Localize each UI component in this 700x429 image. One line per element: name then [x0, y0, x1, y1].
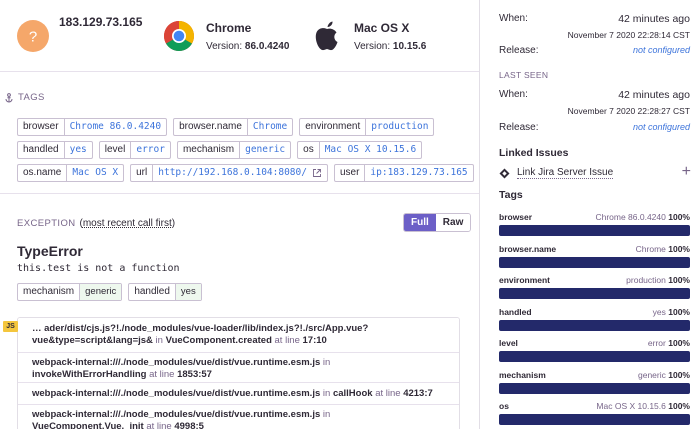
event-main-pane: ? 183.129.73.165 Chrome Version: 86.0.42…	[0, 0, 480, 429]
user-avatar-icon: ?	[17, 20, 49, 52]
tag-distribution-key: mechanism	[499, 369, 546, 380]
chrome-icon	[163, 20, 195, 52]
tag-pill[interactable]: os.name Mac OS X	[17, 164, 125, 182]
exception-section: Exception (most recent call first) Full …	[0, 194, 479, 429]
tag-distribution-value: Mac OS X 10.15.6 100%	[596, 401, 690, 411]
tag-distribution-bar[interactable]	[499, 256, 690, 268]
context-user[interactable]: ? 183.129.73.165	[17, 0, 142, 72]
tags-heading: Tags	[4, 92, 45, 103]
first-seen-timestamp: November 7 2020 22:28:14 CST	[567, 30, 690, 40]
tag-row-3: os.name Mac OS X url http://192.168.0.104:…	[17, 164, 479, 182]
exception-message: this.test is not a function	[17, 263, 180, 274]
tag-distribution-value: yes 100%	[652, 306, 690, 317]
tags-section: Tags browser Chrome 86.0.4240 browser.nam…	[0, 72, 479, 194]
tag-distribution-bar[interactable]	[499, 382, 690, 394]
last-seen-release-label: Release:	[499, 122, 539, 133]
context-os[interactable]: Mac OS X Version: 10.15.6	[313, 0, 426, 72]
tag-pill[interactable]: url http://192.168.0.104:8080/	[130, 164, 328, 182]
stacktrace-frames: … ader/dist/cjs.js?!./node_modules/vue-l…	[17, 317, 460, 429]
tag-distribution-bar-fill	[499, 351, 690, 362]
tag-distribution-bar-fill	[499, 288, 690, 299]
first-seen-when-label: When:	[499, 13, 528, 24]
first-seen-when: 42 minutes ago	[618, 13, 690, 25]
tag-distribution-value: Chrome 86.0.4240 100%	[595, 212, 690, 222]
tag-distribution-key: browser	[499, 212, 533, 222]
tag-distribution-bar[interactable]	[499, 288, 690, 299]
tag-distribution-key: os	[499, 401, 509, 411]
tag-pill[interactable]: user ip:183.129.73.165	[333, 164, 474, 182]
svg-text:?: ?	[29, 29, 37, 46]
jira-icon	[499, 168, 510, 178]
apple-icon	[315, 21, 338, 51]
event-sidebar: When: 42 minutes ago November 7 2020 22:…	[481, 0, 700, 429]
tag-distribution-bar[interactable]	[499, 414, 690, 425]
stack-frame[interactable]: webpack-internal:///./node_modules/vue/d…	[18, 353, 459, 383]
tag-distribution-bar-fill	[499, 382, 690, 394]
context-browser-name: Chrome	[206, 20, 252, 35]
context-browser[interactable]: Chrome Version: 86.0.4240	[163, 0, 289, 72]
tag-distribution-value: generic 100%	[637, 369, 690, 380]
context-browser-version: Version: 86.0.4240	[206, 40, 290, 52]
full-button[interactable]: Full	[404, 214, 436, 231]
link-jira-label: Link Jira Server Issue	[517, 167, 614, 179]
exception-heading: Exception (most recent call first)	[17, 218, 176, 229]
anchor-icon	[5, 92, 13, 102]
tag-distribution-bar[interactable]	[499, 319, 690, 331]
exception-type: TypeError	[17, 243, 83, 259]
tag-pill[interactable]: browser Chrome 86.0.4240	[17, 118, 168, 136]
first-seen-release[interactable]: not configured	[633, 45, 690, 55]
context-user-ip: 183.129.73.165	[59, 15, 143, 29]
context-os-name: Mac OS X	[354, 20, 410, 35]
tag-pill[interactable]: handled yes	[17, 141, 93, 159]
linked-issues-heading: Linked Issues	[499, 147, 569, 159]
tag-pill[interactable]: browser.name Chrome	[173, 118, 294, 136]
raw-button[interactable]: Raw	[435, 214, 471, 231]
tag-distribution-key: handled	[499, 306, 532, 317]
tag-distribution-key: browser.name	[499, 243, 557, 254]
tag-distribution-key: environment	[499, 275, 551, 285]
tag-distribution-bar-fill	[499, 256, 690, 268]
tag-pill[interactable]: mechanism generic	[176, 141, 292, 159]
external-link-icon[interactable]	[312, 168, 322, 178]
stack-order-link[interactable]: most recent call first	[83, 218, 172, 229]
tag-distribution-key: level	[499, 338, 518, 348]
exception-mechanism-row: mechanism generic handled yes	[17, 283, 208, 301]
tag-distribution-bar-fill	[499, 319, 690, 331]
first-seen-release-label: Release:	[499, 45, 539, 56]
add-issue-icon[interactable]: +	[682, 163, 691, 181]
tag-pill[interactable]: os Mac OS X 10.15.6	[297, 141, 423, 159]
sidebar-tags-heading: Tags	[499, 189, 523, 201]
last-seen-when-label: When:	[499, 89, 528, 100]
tag-distribution-bar-fill	[499, 225, 690, 236]
tag-row-1: browser Chrome 86.0.4240 browser.name Chro…	[17, 118, 440, 136]
tag-distribution-bar[interactable]	[499, 351, 690, 362]
tag-distribution-value: error 100%	[647, 338, 690, 348]
handled-pill: handled yes	[128, 283, 202, 301]
tag-row-2: handled yes level error mechanism generic o…	[17, 141, 428, 159]
context-os-version: Version: 10.15.6	[354, 40, 427, 52]
language-badge: JS	[3, 321, 18, 332]
mechanism-pill: mechanism generic	[17, 283, 123, 301]
tag-distribution-value: production 100%	[626, 275, 690, 285]
tag-pill[interactable]: level error	[98, 141, 171, 159]
last-seen-when: 42 minutes ago	[618, 89, 690, 101]
context-summary: ? 183.129.73.165 Chrome Version: 86.0.42…	[0, 0, 479, 72]
tag-pill[interactable]: environment production	[299, 118, 435, 136]
tag-distribution-value: Chrome 100%	[635, 243, 690, 254]
stack-frame[interactable]: … ader/dist/cjs.js?!./node_modules/vue-l…	[18, 318, 459, 353]
link-jira-issue[interactable]: Link Jira Server Issue	[499, 167, 614, 179]
last-seen-release[interactable]: not configured	[633, 122, 690, 132]
stack-frame[interactable]: webpack-internal:///./node_modules/vue/d…	[18, 405, 459, 429]
last-seen-heading: Last Seen	[499, 70, 549, 80]
tag-distribution-bar-fill	[499, 414, 690, 425]
stacktrace-view-toggle: Full Raw	[403, 213, 472, 232]
stack-frame[interactable]: webpack-internal:///./node_modules/vue/d…	[18, 383, 459, 405]
tag-distribution-bar[interactable]	[499, 225, 690, 236]
last-seen-timestamp: November 7 2020 22:28:27 CST	[567, 106, 690, 116]
